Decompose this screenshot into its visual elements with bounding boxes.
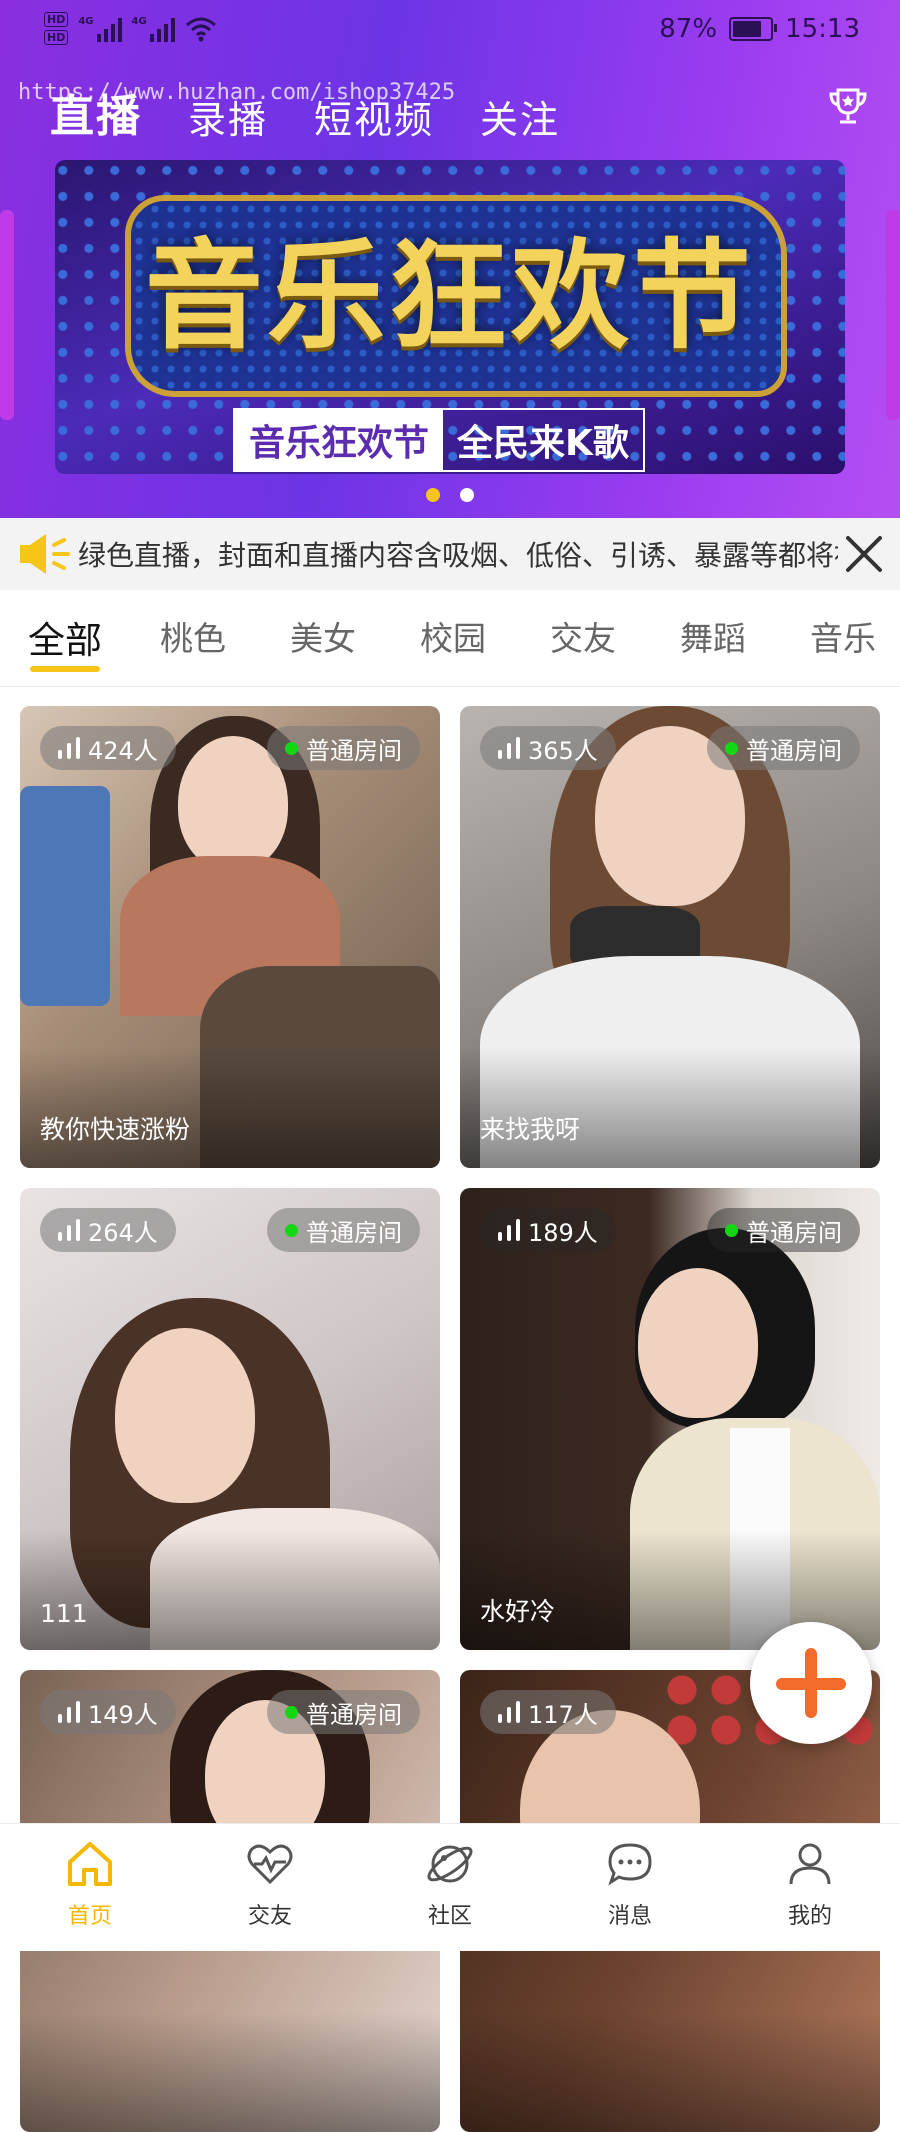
online-dot-icon xyxy=(725,741,738,755)
header: HD HD 4G 4G 87% 15:13 直播 录播 短视频 关注 https… xyxy=(0,0,900,518)
banner-prev-peek xyxy=(0,210,14,420)
viewer-count: 365人 xyxy=(528,736,598,765)
tab-following[interactable]: 关注 xyxy=(480,89,560,144)
viewer-count: 117人 xyxy=(528,1700,598,1729)
heart-pulse-icon xyxy=(247,1844,293,1885)
viewer-count-badge: 189人 xyxy=(480,1208,616,1252)
wifi-icon xyxy=(185,17,216,41)
room-cover-image xyxy=(20,1188,440,1650)
user-icon xyxy=(789,1843,831,1885)
room-type-badge: 普通房间 xyxy=(267,1690,420,1734)
category-campus[interactable]: 校园 xyxy=(420,612,486,660)
room-cover-image xyxy=(20,706,440,1168)
speaker-icon xyxy=(20,534,70,574)
category-all[interactable]: 全部 xyxy=(28,610,102,664)
nav-label: 我的 xyxy=(787,1904,832,1929)
status-right: 87% 15:13 xyxy=(659,14,860,44)
signal-bars-icon xyxy=(58,737,80,759)
nav-label: 交友 xyxy=(247,1904,292,1929)
room-type: 普通房间 xyxy=(746,736,842,765)
room-type: 普通房间 xyxy=(306,1700,402,1729)
room-cover-image xyxy=(460,1188,880,1650)
category-dating[interactable]: 交友 xyxy=(550,612,616,660)
category-active-indicator xyxy=(30,666,100,672)
notice-text: 绿色直播，封面和直播内容含吸烟、低俗、引诱、暴露等都将被 xyxy=(78,539,838,572)
status-icons: HD HD 4G 4G xyxy=(44,12,217,45)
status-bar: HD HD 4G 4G 87% 15:13 xyxy=(0,0,900,64)
nav-dating[interactable]: 交友 xyxy=(180,1824,360,1951)
battery-percent: 87% xyxy=(659,14,718,44)
nav-messages[interactable]: 消息 xyxy=(540,1824,720,1951)
viewer-count: 264人 xyxy=(88,1218,158,1247)
online-dot-icon xyxy=(285,1705,298,1719)
room-title: 水好冷 xyxy=(480,1597,556,1626)
viewer-count-badge: 264人 xyxy=(40,1208,176,1252)
promo-banner[interactable]: 音乐狂欢节 音乐狂欢节 全民来K歌 xyxy=(55,160,845,474)
banner-subtitle: 音乐狂欢节 全民来K歌 xyxy=(233,408,645,472)
banner-pagination xyxy=(0,488,900,502)
banner-next-peek xyxy=(886,210,900,420)
room-card[interactable]: 189人 普通房间 水好冷 xyxy=(460,1188,880,1650)
banner-subtitle-left: 音乐狂欢节 xyxy=(235,410,444,470)
room-title: 教你快速涨粉 xyxy=(40,1115,191,1144)
signal-bars-icon xyxy=(498,1701,520,1723)
nav-home[interactable]: 首页 xyxy=(0,1824,180,1951)
room-type-badge: 普通房间 xyxy=(267,726,420,770)
signal-bars-icon xyxy=(58,1701,80,1723)
category-dance[interactable]: 舞蹈 xyxy=(680,612,746,660)
room-type-badge: 普通房间 xyxy=(707,726,860,770)
watermark: https://www.huzhan.com/ishop37425 xyxy=(18,80,456,105)
nav-community[interactable]: 社区 xyxy=(360,1824,540,1951)
banner-title: 音乐狂欢节 xyxy=(144,226,755,365)
clock: 15:13 xyxy=(785,14,860,44)
room-type: 普通房间 xyxy=(306,736,402,765)
pagination-dot-active[interactable] xyxy=(426,488,440,502)
room-type: 普通房间 xyxy=(306,1218,402,1247)
category-tabs: 全部 桃色 美女 校园 交友 舞蹈 音乐 xyxy=(0,590,900,687)
nav-profile[interactable]: 我的 xyxy=(720,1824,900,1951)
add-button[interactable] xyxy=(750,1622,872,1744)
banner-subtitle-right: 全民来K歌 xyxy=(457,423,629,464)
viewer-count-badge: 117人 xyxy=(480,1690,616,1734)
room-type-badge: 普通房间 xyxy=(267,1208,420,1252)
viewer-count-badge: 149人 xyxy=(40,1690,176,1734)
viewer-count-badge: 424人 xyxy=(40,726,176,770)
hd-icon: HD HD xyxy=(44,12,69,45)
room-title: 来找我呀 xyxy=(480,1115,581,1144)
online-dot-icon xyxy=(725,1223,738,1237)
signal-bars-icon xyxy=(498,1219,520,1241)
viewer-count-badge: 365人 xyxy=(480,726,616,770)
viewer-count: 189人 xyxy=(528,1218,598,1247)
home-icon xyxy=(68,1842,112,1886)
category-pink[interactable]: 桃色 xyxy=(160,612,226,660)
signal-icon: 4G xyxy=(78,16,122,42)
planet-icon xyxy=(427,1845,473,1883)
room-title: 111 xyxy=(40,1599,88,1628)
category-music[interactable]: 音乐 xyxy=(810,612,876,660)
online-dot-icon xyxy=(285,741,298,755)
signal-bars-icon xyxy=(58,1219,80,1241)
battery-icon xyxy=(729,17,778,41)
room-type: 普通房间 xyxy=(746,1218,842,1247)
notice-bar: 绿色直播，封面和直播内容含吸烟、低俗、引诱、暴露等都将被 xyxy=(0,518,900,590)
nav-label: 社区 xyxy=(427,1904,472,1929)
room-cover-image xyxy=(460,706,880,1168)
category-beauty[interactable]: 美女 xyxy=(290,612,356,660)
close-icon[interactable] xyxy=(842,532,886,576)
trophy-icon[interactable] xyxy=(824,82,872,130)
nav-label: 消息 xyxy=(607,1904,652,1929)
room-card[interactable]: 264人 普通房间 111 xyxy=(20,1188,440,1650)
viewer-count: 149人 xyxy=(88,1700,158,1729)
room-type-badge: 普通房间 xyxy=(707,1208,860,1252)
room-card[interactable]: 365人 普通房间 来找我呀 xyxy=(460,706,880,1168)
signal-bars-icon xyxy=(498,737,520,759)
room-card[interactable]: 424人 普通房间 教你快速涨粉 xyxy=(20,706,440,1168)
viewer-count: 424人 xyxy=(88,736,158,765)
signal-icon-2: 4G xyxy=(132,16,175,42)
bottom-nav: 首页 交友 社区 消息 我的 xyxy=(0,1823,900,1951)
nav-label: 首页 xyxy=(67,1904,112,1929)
online-dot-icon xyxy=(285,1223,298,1237)
chat-icon xyxy=(608,1843,652,1886)
pagination-dot[interactable] xyxy=(460,488,474,502)
